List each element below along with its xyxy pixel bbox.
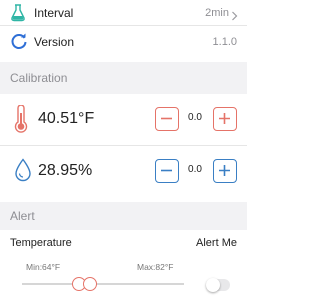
humidity-reading: 28.95% xyxy=(38,162,93,179)
alert-max-label: Max:82°F xyxy=(137,262,174,272)
version-value: 1.1.0 xyxy=(212,36,237,48)
alert-me-label: Alert Me xyxy=(196,237,237,249)
alert-min-label: Min:64°F xyxy=(26,262,61,272)
minus-icon xyxy=(161,117,172,120)
interval-label: Interval xyxy=(34,6,74,20)
temperature-decrease-button[interactable] xyxy=(155,107,179,131)
temperature-reading: 40.51°F xyxy=(38,110,95,127)
thermometer-icon xyxy=(14,104,28,138)
interval-value: 2min xyxy=(205,7,229,19)
interval-row[interactable]: Interval 2min xyxy=(0,0,247,26)
minus-icon xyxy=(161,169,172,172)
range-max-handle[interactable] xyxy=(83,277,97,291)
temperature-increase-button[interactable] xyxy=(213,107,237,131)
version-row: Version 1.1.0 xyxy=(0,27,247,58)
version-label: Version xyxy=(34,35,75,49)
plus-icon xyxy=(219,113,230,124)
water-drop-icon xyxy=(14,158,32,187)
refresh-icon xyxy=(10,33,28,56)
calibration-section-header: Calibration xyxy=(0,62,247,94)
flask-icon xyxy=(10,4,26,27)
temperature-offset-value: 0.0 xyxy=(188,112,202,123)
alert-section-header: Alert xyxy=(0,202,247,230)
plus-icon xyxy=(219,165,230,176)
humidity-calibration-row: 28.95% 0.0 xyxy=(0,146,247,198)
alert-me-toggle[interactable] xyxy=(206,278,230,292)
toggle-knob xyxy=(206,278,220,292)
temperature-calibration-row: 40.51°F 0.0 xyxy=(0,94,247,146)
temperature-range-slider-track[interactable] xyxy=(22,283,184,285)
humidity-decrease-button[interactable] xyxy=(155,159,179,183)
chevron-right-icon xyxy=(231,8,238,26)
humidity-increase-button[interactable] xyxy=(213,159,237,183)
alert-temperature-label: Temperature xyxy=(10,237,72,249)
temperature-alert-panel: Temperature Alert Me Min:64°F Max:82°F xyxy=(0,230,247,296)
humidity-offset-value: 0.0 xyxy=(188,164,202,175)
